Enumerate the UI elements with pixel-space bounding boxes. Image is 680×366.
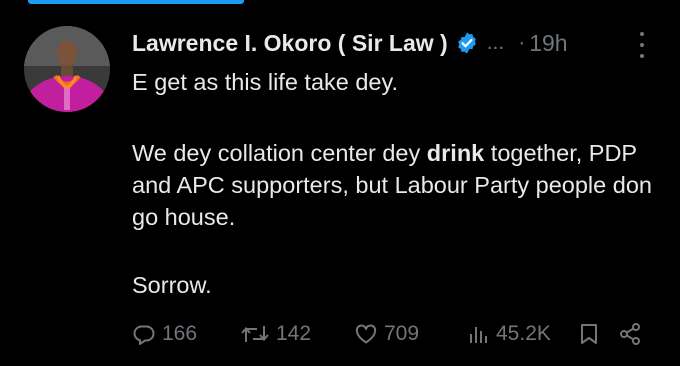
bookmark-button[interactable] [578,318,600,350]
like-icon [355,324,377,344]
repost-button[interactable]: 142 [240,318,311,350]
reply-button[interactable]: 166 [132,318,197,350]
like-button[interactable]: 709 [354,318,419,350]
tweet-text-line-3: Sorrow. [132,272,212,298]
top-accent-bar [28,0,244,4]
reply-count: 166 [162,322,198,345]
views-icon [470,327,487,343]
views-count: 45.2K [496,322,551,345]
author-handle[interactable]: ... [487,31,505,55]
tweet-text-p2-bold: drink [426,140,485,166]
verified-badge-icon[interactable] [455,31,479,55]
reply-icon [133,325,155,345]
author-name[interactable]: Lawrence I. Okoro ( Sir Law ) [132,30,448,57]
repost-icon [241,326,269,342]
tweet-text-line-1: E get as this life take dey. [132,69,399,95]
avatar[interactable] [24,26,110,112]
tweet-actions: 166 142 709 45.2K [132,318,652,350]
bookmark-icon [581,324,597,344]
timestamp[interactable]: 19h [529,30,567,57]
tweet-text-paragraph-2: We dey collation center dey drink togeth… [132,137,652,233]
tweet-header: Lawrence I. Okoro ( Sir Law ) ... · 19h [132,28,644,58]
share-button[interactable] [618,318,642,350]
share-icon [620,323,640,345]
more-options-icon[interactable] [632,32,652,58]
views-button[interactable]: 45.2K [468,318,551,350]
tweet-text-p2-before: We dey collation center dey [132,140,427,166]
separator-dot: · [518,31,526,54]
repost-count: 142 [276,322,312,345]
avatar-image [24,26,110,112]
like-count: 709 [384,322,420,345]
